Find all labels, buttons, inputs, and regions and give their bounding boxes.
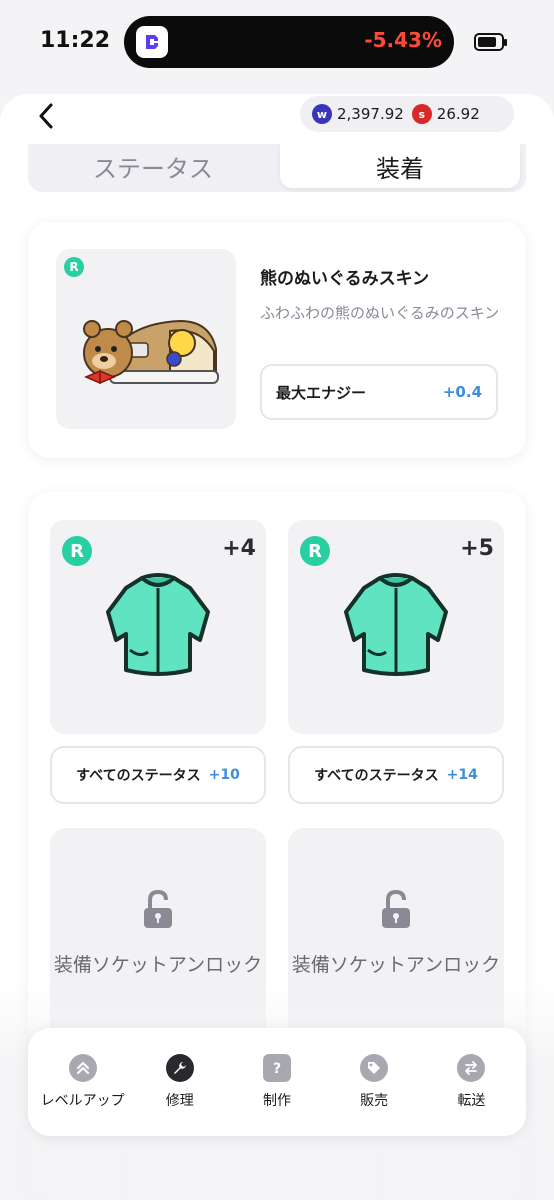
level-up-label: レベルアップ <box>40 1093 125 1109</box>
rarity-badge: R <box>64 257 84 277</box>
sell-label: 販売 <box>360 1093 389 1109</box>
skin-image[interactable]: R <box>56 249 236 429</box>
skin-stat-label: 最大エナジー <box>276 383 367 402</box>
tag-icon <box>360 1054 389 1082</box>
unlock-icon <box>382 890 410 928</box>
slot-stat-value: +10 <box>208 767 240 783</box>
balance-bar: w 2,397.92 s 26.92 <box>300 96 514 132</box>
svg-text:?: ? <box>273 1061 281 1077</box>
jacket-icon <box>344 573 448 676</box>
slot-level: +5 <box>460 536 494 561</box>
equipment-slot[interactable]: R +4 <box>50 520 266 734</box>
skin-description: ふわふわの熊のぬいぐるみのスキン <box>260 304 500 322</box>
tab-status[interactable]: ステータス <box>28 144 278 188</box>
level-up-icon <box>68 1054 97 1082</box>
slot-stat-label: すべてのステータス <box>314 768 439 784</box>
transfer-icon <box>457 1054 486 1082</box>
clock: 11:22 <box>40 28 111 53</box>
action-bar: レベルアップ 修理 ? 制作 販売 転送 <box>28 1028 526 1136</box>
skin-stat-value: +0.4 <box>442 383 482 401</box>
slot-stat-value: +14 <box>446 767 478 783</box>
w-balance: w 2,397.92 <box>312 104 404 124</box>
level-up-button[interactable]: レベルアップ <box>38 1054 128 1110</box>
tab-equip[interactable]: 装着 <box>280 144 520 188</box>
slot-stat-label: すべてのステータス <box>76 768 201 784</box>
slot-stat: すべてのステータス +14 <box>288 746 504 804</box>
wrench-icon <box>165 1054 194 1082</box>
locked-socket-label: 装備ソケットアンロック <box>53 954 263 976</box>
status-bar: 11:22 -5.43% <box>0 0 554 84</box>
locked-socket-label: 装備ソケットアンロック <box>291 954 501 976</box>
mystery-box-icon: ? <box>262 1054 291 1082</box>
repair-button[interactable]: 修理 <box>135 1054 225 1110</box>
rarity-badge: R <box>62 536 92 566</box>
skin-card: R 熊のぬいぐるみスキン ふわふわの熊のぬいぐるみのスキン 最大エナジー +0.… <box>28 222 526 458</box>
dynamic-island: -5.43% <box>124 16 454 68</box>
battery-icon <box>474 33 507 51</box>
slot-stat: すべてのステータス +10 <box>50 746 266 804</box>
rarity-badge: R <box>300 536 330 566</box>
unlock-icon <box>144 890 172 928</box>
skin-stat: 最大エナジー +0.4 <box>260 364 498 420</box>
chevron-left-icon <box>39 103 53 129</box>
back-button[interactable] <box>30 100 62 132</box>
w-balance-value: 2,397.92 <box>337 105 404 123</box>
jacket-icon <box>106 573 210 676</box>
s-balance-value: 26.92 <box>436 105 480 123</box>
repair-label: 修理 <box>165 1093 194 1109</box>
app-logo-icon <box>136 26 168 58</box>
transfer-button[interactable]: 転送 <box>426 1054 516 1110</box>
slot-level: +4 <box>222 536 256 561</box>
sell-button[interactable]: 販売 <box>329 1054 419 1110</box>
s-coin-icon: s <box>411 104 432 124</box>
teddy-bear-sneaker-icon <box>83 319 219 385</box>
price-change: -5.43% <box>364 28 442 52</box>
craft-label: 制作 <box>262 1093 291 1109</box>
skin-name: 熊のぬいぐるみスキン <box>260 269 430 289</box>
craft-button[interactable]: ? 制作 <box>232 1054 322 1110</box>
transfer-label: 転送 <box>457 1093 486 1109</box>
w-coin-icon: w <box>312 104 332 124</box>
tab-bar: ステータス 装着 <box>28 144 526 192</box>
s-balance: s 26.92 <box>411 104 480 124</box>
equipment-slot[interactable]: R +5 <box>288 520 504 734</box>
